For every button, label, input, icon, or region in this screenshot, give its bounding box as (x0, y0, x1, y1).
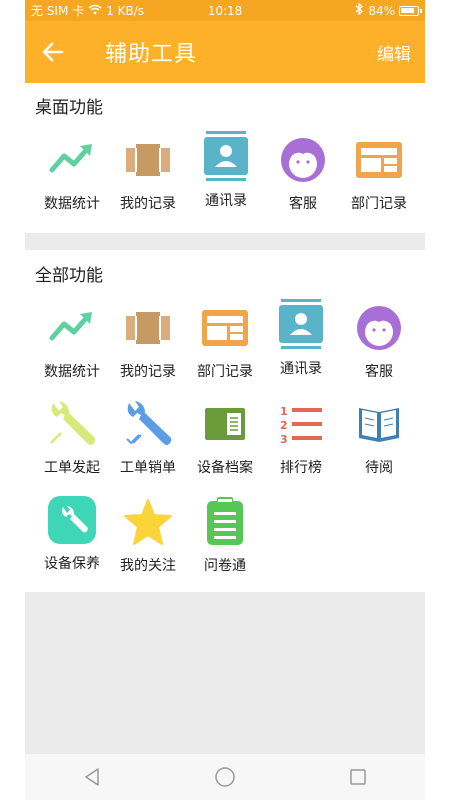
wrench-check-icon (123, 399, 173, 449)
battery-icon (399, 5, 422, 16)
customer-service-icon (354, 303, 404, 353)
triangle-back-icon (84, 768, 99, 786)
app-bar: 辅助工具 编辑 (25, 21, 425, 83)
department-record-icon (200, 303, 250, 353)
all-item-questionnaire[interactable]: 问卷通 (185, 497, 265, 587)
circle-home-icon (215, 767, 235, 787)
star-icon (123, 497, 173, 547)
desktop-item-my-records[interactable]: 我的记录 (108, 135, 188, 225)
wrench-icon (47, 399, 97, 449)
desktop-item-department-records[interactable]: 部门记录 (339, 135, 419, 225)
all-item-ranking[interactable]: 123 排行榜 (261, 399, 341, 489)
department-record-icon (354, 135, 404, 185)
section-title-desktop: 桌面功能 (35, 98, 103, 118)
contacts-icon (276, 299, 326, 350)
item-label: 客服 (365, 364, 393, 380)
bluetooth-icon (355, 2, 364, 18)
svg-text:2: 2 (280, 419, 288, 432)
item-label: 部门记录 (197, 364, 253, 380)
item-label: 设备档案 (197, 460, 253, 476)
all-item-device-maintenance[interactable]: 设备保养 (32, 495, 112, 585)
all-item-work-order-create[interactable]: 工单发起 (32, 399, 112, 489)
open-book-icon (354, 399, 404, 449)
all-item-customer-service[interactable]: 客服 (339, 303, 419, 393)
nav-home-button[interactable] (205, 757, 245, 797)
all-item-department-records[interactable]: 部门记录 (185, 303, 265, 393)
all-item-device-archive[interactable]: 设备档案 (185, 399, 265, 489)
item-label: 工单发起 (44, 460, 100, 476)
clipboard-icon (200, 497, 250, 547)
trend-chart-icon (47, 135, 97, 185)
device-file-icon (200, 399, 250, 449)
page-title: 辅助工具 (105, 42, 198, 67)
all-item-my-follows[interactable]: 我的关注 (108, 497, 188, 587)
svg-text:1: 1 (280, 405, 288, 418)
item-label: 数据统计 (44, 364, 100, 380)
back-button[interactable] (25, 21, 81, 83)
all-item-data-stats[interactable]: 数据统计 (32, 303, 112, 393)
desktop-item-contacts[interactable]: 通讯录 (186, 131, 266, 222)
nav-recents-button[interactable] (338, 757, 378, 797)
svg-text:3: 3 (280, 433, 288, 444)
status-bar: 无 SIM 卡 1 KB/s 10:18 84% (25, 0, 425, 21)
item-label: 部门记录 (351, 196, 407, 212)
item-label: 设备保养 (44, 556, 100, 572)
contacts-icon (201, 131, 251, 182)
trend-chart-icon (47, 303, 97, 353)
all-item-contacts[interactable]: 通讯录 (261, 299, 341, 390)
all-item-to-read[interactable]: 待阅 (339, 399, 419, 489)
item-label: 通讯录 (280, 361, 322, 377)
item-label: 我的记录 (120, 196, 176, 212)
item-label: 问卷通 (204, 558, 246, 574)
item-label: 待阅 (365, 460, 393, 476)
desktop-item-customer-service[interactable]: 客服 (263, 135, 343, 225)
empty-area (25, 592, 425, 754)
system-nav-bar (25, 754, 425, 800)
section-divider (25, 233, 425, 250)
back-arrow-icon (42, 42, 64, 62)
record-book-icon (123, 303, 173, 353)
square-recents-icon (350, 769, 367, 785)
nav-back-button[interactable] (72, 757, 112, 797)
ranking-list-icon: 123 (276, 399, 326, 449)
record-book-icon (123, 135, 173, 185)
item-label: 我的关注 (120, 558, 176, 574)
item-label: 排行榜 (280, 460, 322, 476)
item-label: 数据统计 (44, 196, 100, 212)
battery-percent: 84% (368, 3, 395, 18)
maintenance-icon (47, 495, 97, 545)
desktop-item-data-stats[interactable]: 数据统计 (32, 135, 112, 225)
all-item-my-records[interactable]: 我的记录 (108, 303, 188, 393)
item-label: 通讯录 (205, 193, 247, 209)
item-label: 工单销单 (120, 460, 176, 476)
wifi-icon (88, 4, 102, 18)
edit-button[interactable]: 编辑 (377, 40, 411, 65)
section-title-all: 全部功能 (35, 266, 103, 286)
network-speed: 1 KB/s (106, 3, 144, 18)
customer-service-icon (278, 135, 328, 185)
item-label: 我的记录 (120, 364, 176, 380)
all-item-work-order-close[interactable]: 工单销单 (108, 399, 188, 489)
item-label: 客服 (289, 196, 317, 212)
carrier-text: 无 SIM 卡 (31, 4, 85, 18)
